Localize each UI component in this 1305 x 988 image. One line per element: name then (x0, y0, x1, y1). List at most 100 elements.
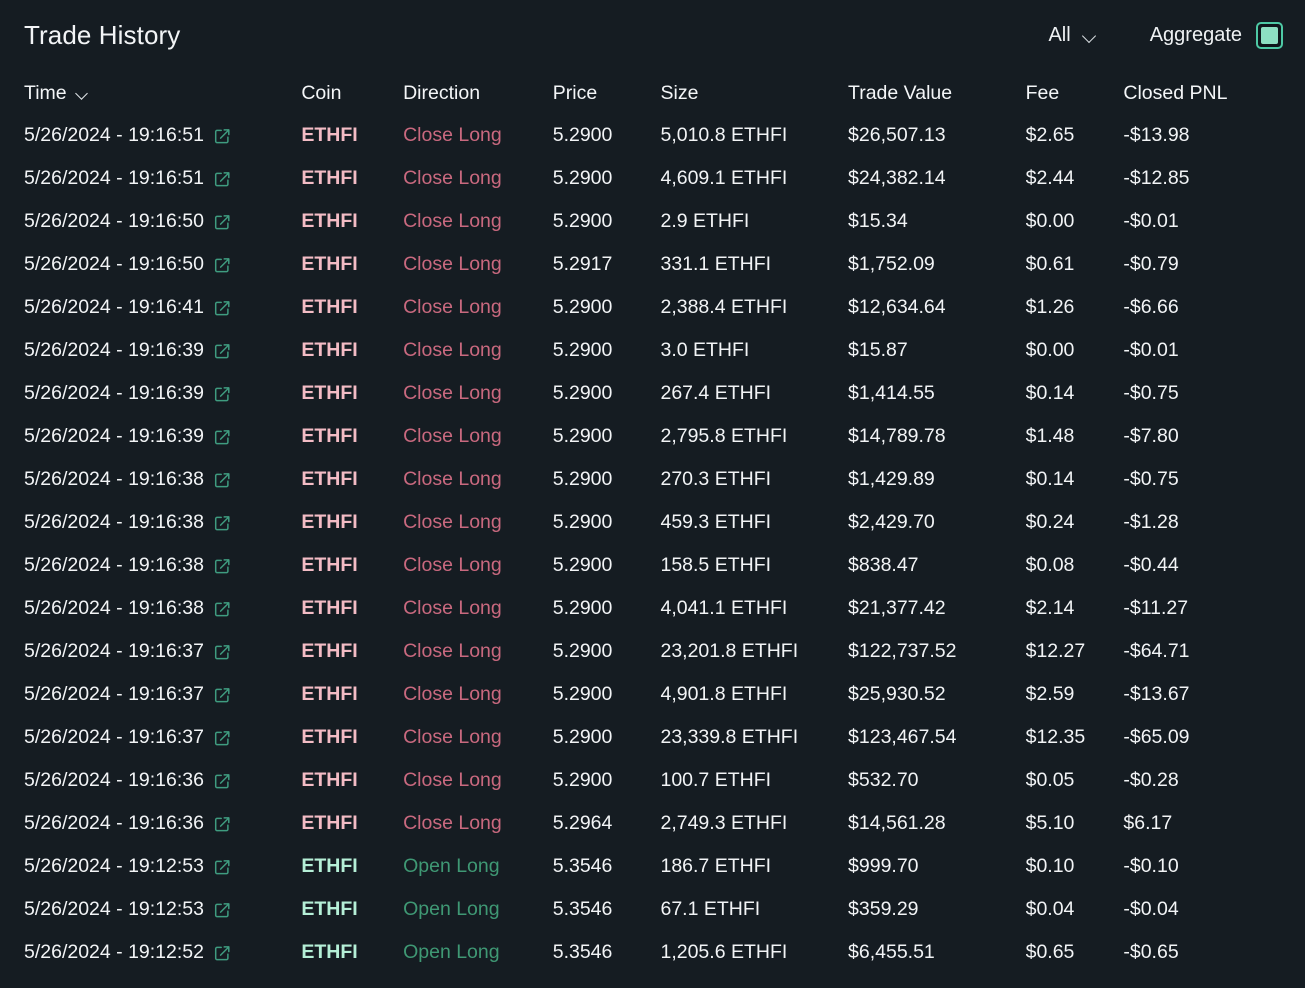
cell-direction: Close Long (403, 640, 502, 662)
external-link-icon[interactable] (214, 859, 231, 876)
external-link-icon[interactable] (214, 128, 231, 145)
cell-time: 5/26/2024 - 19:16:38 (24, 597, 301, 620)
external-link-icon[interactable] (214, 429, 231, 446)
aggregate-toggle[interactable]: Aggregate (1150, 21, 1283, 49)
cell-time: 5/26/2024 - 19:16:38 (24, 511, 301, 534)
cell-size: 67.1 ETHFI (660, 898, 761, 920)
trade-timestamp: 5/26/2024 - 19:12:53 (24, 855, 204, 877)
table-row[interactable]: 5/26/2024 - 19:16:38 ETHFI Close Long 5.290… (0, 544, 1305, 587)
cell-price: 5.2900 (552, 167, 613, 189)
cell-coin: ETHFI (301, 511, 358, 533)
column-header-label[interactable]: Closed PNL (1123, 81, 1228, 105)
column-header-label: Price (552, 81, 598, 104)
cell-trade-value: $25,930.52 (848, 683, 946, 705)
cell-direction: Open Long (403, 941, 500, 963)
table-row[interactable]: 5/26/2024 - 19:16:36 ETHFI Close Long 5.296… (0, 802, 1305, 845)
external-link-icon[interactable] (214, 257, 231, 274)
table-row[interactable]: 5/26/2024 - 19:16:51 ETHFI Close Long 5.290… (0, 114, 1305, 157)
column-header-label: Time (24, 81, 67, 104)
table-row[interactable]: 5/26/2024 - 19:16:50 ETHFI Close Long 5.290… (0, 200, 1305, 243)
cell-closed-pnl: -$0.75 (1123, 382, 1179, 404)
cell-trade-value: $838.47 (848, 554, 919, 576)
cell-time: 5/26/2024 - 19:12:52 (24, 941, 301, 964)
cell-closed-pnl: -$0.65 (1123, 941, 1179, 963)
trade-timestamp: 5/26/2024 - 19:16:39 (24, 425, 204, 447)
cell-time: 5/26/2024 - 19:16:38 (24, 468, 301, 491)
table-row[interactable]: 5/26/2024 - 19:16:41 ETHFI Close Long 5.290… (0, 286, 1305, 329)
table-row[interactable]: 5/26/2024 - 19:16:38 ETHFI Close Long 5.290… (0, 501, 1305, 544)
column-header-pnl[interactable]: Closed PNL (1123, 81, 1283, 105)
cell-size: 158.5 ETHFI (660, 554, 772, 576)
aggregate-checkbox[interactable] (1256, 21, 1283, 49)
cell-time: 5/26/2024 - 19:12:53 (24, 855, 301, 878)
cell-price: 5.2900 (552, 425, 613, 447)
chevron-down-icon (1083, 31, 1098, 40)
cell-direction: Close Long (403, 210, 502, 232)
checkbox-checked-fill (1261, 26, 1278, 44)
table-row[interactable]: 5/26/2024 - 19:16:50 ETHFI Close Long 5.291… (0, 243, 1305, 286)
external-link-icon[interactable] (214, 472, 231, 489)
external-link-icon[interactable] (214, 644, 231, 661)
cell-closed-pnl: -$6.66 (1123, 296, 1179, 318)
external-link-icon[interactable] (214, 601, 231, 618)
cell-price: 5.2900 (552, 124, 613, 146)
cell-time: 5/26/2024 - 19:12:53 (24, 898, 301, 921)
external-link-icon[interactable] (214, 730, 231, 747)
external-link-icon[interactable] (214, 343, 231, 360)
table-row[interactable]: 5/26/2024 - 19:16:39 ETHFI Close Long 5.290… (0, 329, 1305, 372)
external-link-icon[interactable] (214, 945, 231, 962)
table-row[interactable]: 5/26/2024 - 19:16:37 ETHFI Close Long 5.290… (0, 716, 1305, 759)
table-row[interactable]: 5/26/2024 - 19:12:53 ETHFI Open Long 5.3546… (0, 888, 1305, 931)
cell-size: 23,201.8 ETHFI (660, 640, 799, 662)
table-row[interactable]: 5/26/2024 - 19:16:39 ETHFI Close Long 5.290… (0, 415, 1305, 458)
cell-price: 5.3546 (552, 855, 613, 877)
column-header-label: Coin (301, 81, 342, 104)
external-link-icon[interactable] (214, 214, 231, 231)
trade-timestamp: 5/26/2024 - 19:16:50 (24, 253, 204, 275)
trade-timestamp: 5/26/2024 - 19:16:38 (24, 468, 204, 490)
table-row[interactable]: 5/26/2024 - 19:16:37 ETHFI Close Long 5.290… (0, 673, 1305, 716)
cell-closed-pnl: -$0.04 (1123, 898, 1179, 920)
cell-trade-value: $14,561.28 (848, 812, 946, 834)
external-link-icon[interactable] (214, 171, 231, 188)
cell-time: 5/26/2024 - 19:16:51 (24, 124, 301, 147)
cell-trade-value: $26,507.13 (848, 124, 946, 146)
table-row[interactable]: 5/26/2024 - 19:16:36 ETHFI Close Long 5.290… (0, 759, 1305, 802)
cell-fee: $0.00 (1025, 339, 1075, 361)
cell-time: 5/26/2024 - 19:16:36 (24, 812, 301, 835)
cell-fee: $1.48 (1025, 425, 1075, 447)
cell-coin: ETHFI (301, 468, 358, 490)
cell-trade-value: $21,377.42 (848, 597, 946, 619)
table-row[interactable]: 5/26/2024 - 19:12:52 ETHFI Open Long 5.3546… (0, 931, 1305, 974)
external-link-icon[interactable] (214, 902, 231, 919)
table-row[interactable]: 5/26/2024 - 19:16:37 ETHFI Close Long 5.290… (0, 630, 1305, 673)
cell-fee: $0.61 (1025, 253, 1075, 275)
cell-coin: ETHFI (301, 253, 358, 275)
external-link-icon[interactable] (214, 687, 231, 704)
table-row[interactable]: 5/26/2024 - 19:16:39 ETHFI Close Long 5.290… (0, 372, 1305, 415)
external-link-icon[interactable] (214, 773, 231, 790)
external-link-icon[interactable] (214, 558, 231, 575)
external-link-icon[interactable] (214, 816, 231, 833)
cell-trade-value: $532.70 (848, 769, 919, 791)
external-link-icon[interactable] (214, 515, 231, 532)
cell-trade-value: $1,429.89 (848, 468, 935, 490)
column-header-time[interactable]: Time (24, 82, 301, 105)
cell-coin: ETHFI (301, 296, 358, 318)
cell-price: 5.2900 (552, 554, 613, 576)
cell-trade-value: $2,429.70 (848, 511, 935, 533)
external-link-icon[interactable] (214, 386, 231, 403)
table-row[interactable]: 5/26/2024 - 19:16:38 ETHFI Close Long 5.290… (0, 458, 1305, 501)
coin-filter-dropdown[interactable]: All (1040, 20, 1105, 51)
table-row[interactable]: 5/26/2024 - 19:16:51 ETHFI Close Long 5.290… (0, 157, 1305, 200)
cell-direction: Close Long (403, 597, 502, 619)
table-row[interactable]: 5/26/2024 - 19:12:53 ETHFI Open Long 5.3546… (0, 845, 1305, 888)
external-link-icon[interactable] (214, 300, 231, 317)
cell-time: 5/26/2024 - 19:16:51 (24, 167, 301, 190)
cell-direction: Close Long (403, 167, 502, 189)
cell-direction: Open Long (403, 855, 500, 877)
cell-fee: $2.14 (1025, 597, 1075, 619)
table-row[interactable]: 5/26/2024 - 19:16:38 ETHFI Close Long 5.290… (0, 587, 1305, 630)
cell-fee: $0.65 (1025, 941, 1075, 963)
sort-control-time[interactable]: Time (24, 82, 89, 105)
